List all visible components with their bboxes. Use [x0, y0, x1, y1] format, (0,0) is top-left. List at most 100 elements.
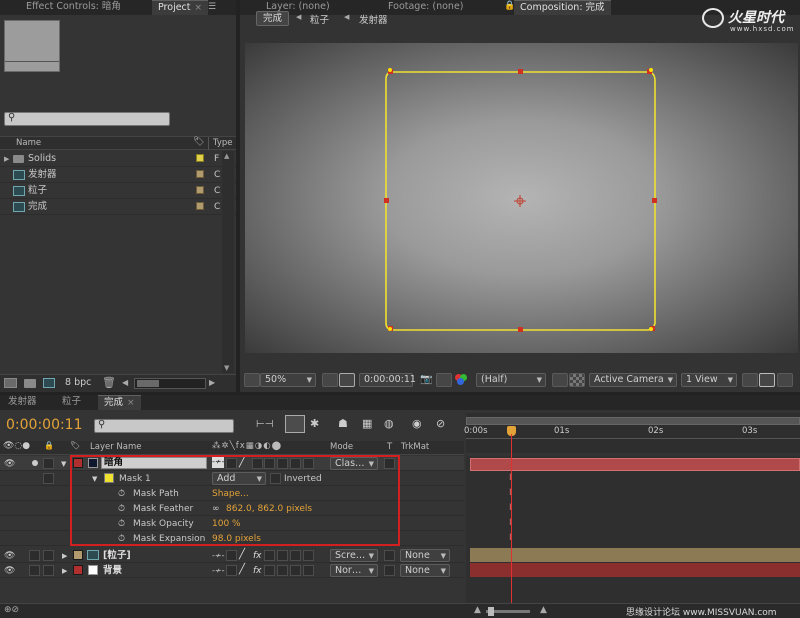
layer-label-color[interactable]	[73, 565, 83, 575]
label-swatch[interactable]	[196, 154, 204, 162]
shy-switch-icon[interactable]: -≁-	[212, 563, 224, 579]
layer-mode-dropdown[interactable]: Nor… ▼	[330, 564, 378, 577]
zoom-in-icon[interactable]: ▲	[540, 605, 547, 615]
expand-arrow-icon[interactable]: ▶	[4, 151, 9, 167]
close-icon[interactable]: ×	[127, 398, 135, 408]
color-channels-icon[interactable]	[455, 374, 468, 386]
lock-toggle[interactable]	[43, 458, 54, 469]
composition-canvas[interactable]	[245, 43, 798, 353]
list-item[interactable]: 完成 C	[0, 199, 236, 215]
shy-switch-icon[interactable]: -≁-	[212, 548, 224, 564]
mask-overlay[interactable]	[245, 43, 798, 353]
list-item[interactable]: 粒子 C	[0, 183, 236, 199]
lock-toggle[interactable]	[43, 550, 54, 561]
motion-blur-switch[interactable]	[277, 550, 288, 561]
composition-mini-flowchart-icon[interactable]: ⊢⊣	[256, 419, 273, 430]
breadcrumb-item[interactable]: 粒子	[310, 12, 329, 26]
views-dropdown[interactable]: 1 View ▼	[681, 373, 737, 387]
quality-switch[interactable]	[226, 565, 237, 576]
solo-toggle[interactable]	[29, 565, 40, 576]
list-item[interactable]: ▶ Solids F	[0, 151, 236, 167]
adjustment-switch[interactable]	[290, 565, 301, 576]
quality-slash-icon[interactable]: ╱	[239, 547, 245, 563]
resolution-dropdown[interactable]: (Half) ▼	[476, 373, 546, 387]
layer-row[interactable]: 👁 ▶ 背景 -≁- ╱ fx Nor… ▼ None ▼	[0, 563, 464, 578]
quality-slash-icon[interactable]: ╱	[239, 562, 245, 578]
time-ruler[interactable]: 0:00s 01s 02s 03s	[464, 413, 800, 453]
layer-mode-dropdown[interactable]: Scre… ▼	[330, 549, 378, 562]
motion-blur-switch[interactable]	[277, 565, 288, 576]
solo-toggle[interactable]	[29, 550, 40, 561]
draft-3d-icon[interactable]: ✱	[310, 417, 319, 430]
tab-effect-controls[interactable]: Effect Controls: 暗角	[20, 0, 127, 15]
fx-icon[interactable]: fx	[253, 563, 262, 579]
trkmat-header[interactable]: TrkMat	[401, 442, 429, 452]
work-area-bar[interactable]	[466, 417, 800, 425]
mode-header[interactable]: Mode	[330, 442, 353, 452]
tab-project[interactable]: Project ×	[152, 0, 209, 15]
fast-previews-icon[interactable]	[759, 373, 775, 387]
collapse-arrow-icon[interactable]: ▼	[61, 456, 66, 472]
lock-toggle[interactable]	[43, 473, 54, 484]
tab-timeline-particles[interactable]: 粒子	[56, 395, 87, 410]
scroll-left-icon[interactable]: ◀	[122, 378, 128, 387]
graph-editor-icon[interactable]: ◉	[412, 417, 422, 430]
label-swatch[interactable]	[196, 186, 204, 194]
scroll-right-icon[interactable]: ▶	[209, 378, 215, 387]
project-search-input[interactable]: ⚲	[4, 112, 170, 126]
track-area[interactable]: I I I I I	[466, 434, 800, 604]
project-scrollbar[interactable]: ▲ ▼	[222, 151, 234, 373]
layer-name[interactable]: 背景	[103, 563, 122, 579]
layer-row[interactable]: 👁 ▶ [粒子] -≁- ╱ fx Scre… ▼ None ▼	[0, 548, 464, 563]
show-snapshot-icon[interactable]	[436, 373, 452, 387]
layer-bar[interactable]	[470, 548, 800, 562]
frame-blend-switch[interactable]	[264, 565, 275, 576]
region-of-interest-icon[interactable]	[552, 373, 568, 387]
always-preview-icon[interactable]	[244, 373, 260, 387]
brainstorm-icon[interactable]: ⊘	[436, 417, 445, 430]
camera-icon[interactable]: 📷	[420, 374, 432, 385]
toggle-pixel-aspect-icon[interactable]	[742, 373, 758, 387]
expand-arrow-icon[interactable]: ▶	[62, 548, 67, 564]
timeline-search-input[interactable]: ⚲	[94, 419, 234, 433]
hide-shy-layers-icon[interactable]: ☗	[338, 417, 348, 430]
timeline-toggle-icon[interactable]	[777, 373, 793, 387]
preserve-transparency[interactable]	[384, 565, 395, 576]
interpret-footage-icon[interactable]	[4, 378, 17, 388]
t-header[interactable]: T	[387, 442, 392, 452]
fx-icon[interactable]: fx	[253, 548, 262, 564]
motion-blur-icon[interactable]: ◍	[384, 417, 394, 430]
new-folder-icon[interactable]	[24, 379, 36, 388]
preserve-transparency[interactable]	[384, 550, 395, 561]
new-composition-icon[interactable]	[43, 378, 55, 388]
tab-timeline-complete[interactable]: 完成 ×	[98, 395, 141, 410]
eye-icon[interactable]: 👁	[4, 563, 15, 579]
layer-label-color[interactable]	[73, 550, 83, 560]
quality-switch[interactable]	[226, 550, 237, 561]
layer-name-header[interactable]: Layer Name	[90, 442, 141, 452]
solo-toggle[interactable]	[32, 460, 38, 466]
layer-name[interactable]: [粒子]	[103, 548, 131, 564]
eye-icon[interactable]: 👁	[4, 456, 15, 472]
3d-switch[interactable]	[303, 550, 314, 561]
trash-icon[interactable]: 🗑	[102, 376, 116, 389]
trkmat-dropdown[interactable]: None ▼	[400, 549, 450, 562]
live-update-icon[interactable]	[285, 415, 305, 433]
transparency-grid-icon[interactable]	[569, 373, 585, 387]
mask-visibility-icon[interactable]	[339, 373, 355, 387]
eye-icon[interactable]: 👁	[4, 548, 15, 564]
frame-blending-icon[interactable]: ▦	[362, 417, 372, 430]
label-swatch[interactable]	[196, 170, 204, 178]
breadcrumb-item[interactable]: 发射器	[359, 12, 388, 26]
bpc-label[interactable]: 8 bpc	[65, 377, 91, 388]
layer-bar[interactable]	[470, 563, 800, 577]
current-time-indicator[interactable]	[511, 434, 512, 604]
camera-dropdown[interactable]: Active Camera ▼	[589, 373, 677, 387]
zoom-out-icon[interactable]: ▲	[474, 605, 481, 615]
timecode-display[interactable]: 0:00:00:11	[359, 373, 416, 387]
safe-zones-icon[interactable]	[322, 373, 338, 387]
frame-blend-switch[interactable]	[264, 550, 275, 561]
3d-switch[interactable]	[303, 565, 314, 576]
label-swatch[interactable]	[196, 202, 204, 210]
trkmat-dropdown[interactable]: None ▼	[400, 564, 450, 577]
